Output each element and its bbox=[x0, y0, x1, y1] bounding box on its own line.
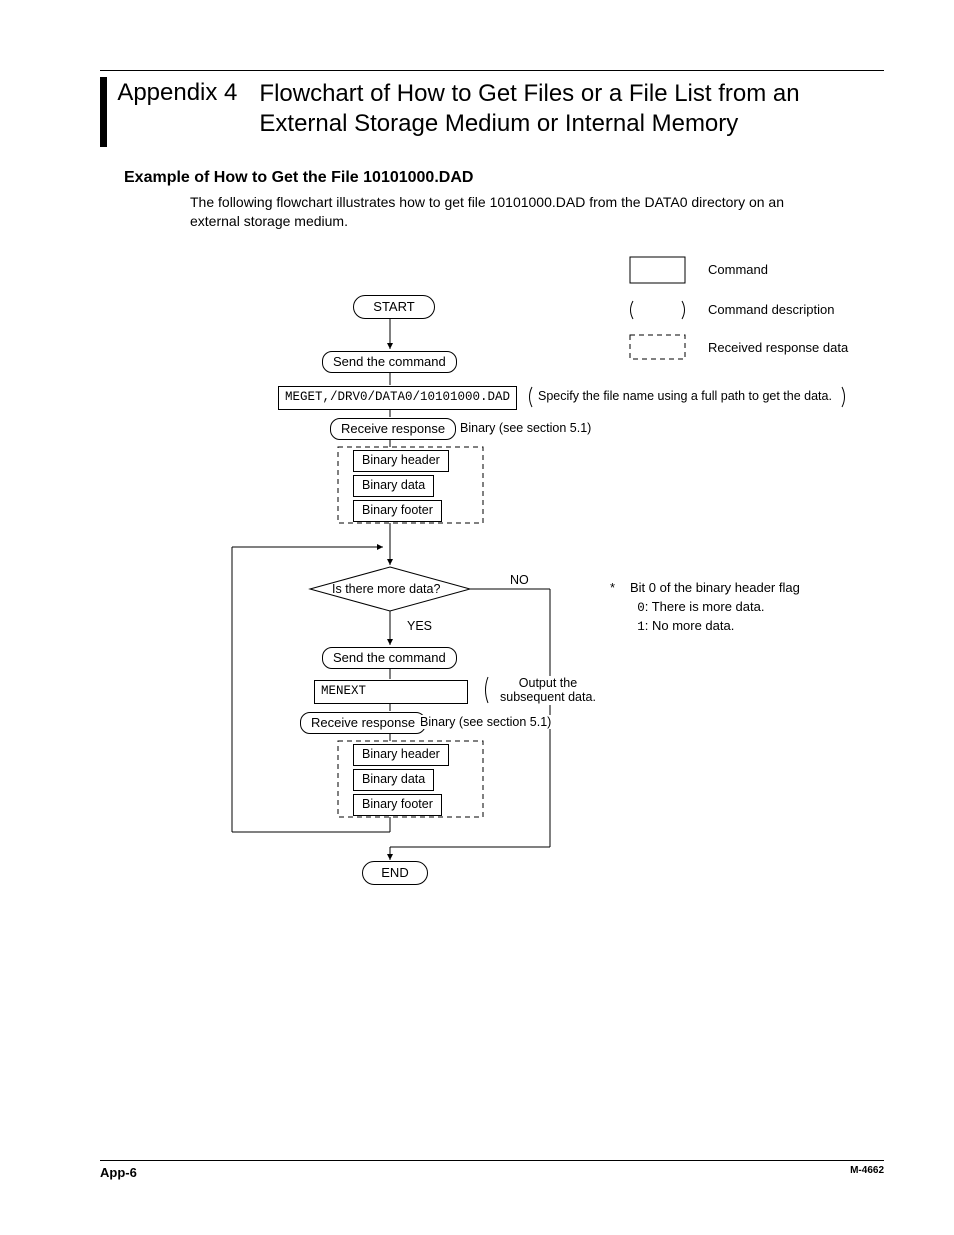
command-menext-note: Output thesubsequent data. bbox=[498, 676, 598, 705]
legend-description: Command description bbox=[708, 302, 834, 317]
side-note-star: * bbox=[610, 579, 615, 598]
receive-response-2: Receive response bbox=[300, 712, 426, 734]
no-label: NO bbox=[508, 573, 531, 587]
page-footer: App-6 M-4662 bbox=[100, 1160, 884, 1180]
receive-response-2-note: Binary (see section 5.1) bbox=[418, 715, 553, 729]
binary-footer-1: Binary footer bbox=[353, 500, 442, 522]
command-meget-note: Specify the file name using a full path … bbox=[536, 389, 834, 403]
side-note: Bit 0 of the binary header flag 0: There… bbox=[630, 579, 800, 636]
start-node: START bbox=[353, 295, 435, 319]
decision-text: Is there more data? bbox=[330, 582, 442, 596]
yes-label: YES bbox=[405, 619, 434, 633]
page-number: App-6 bbox=[100, 1165, 137, 1180]
command-menext: MENEXT bbox=[314, 680, 468, 704]
receive-response-1: Receive response bbox=[330, 418, 456, 440]
binary-header-2: Binary header bbox=[353, 744, 449, 766]
legend-command: Command bbox=[708, 262, 768, 277]
receive-response-1-note: Binary (see section 5.1) bbox=[458, 421, 593, 435]
flowchart: Command Command description Received res… bbox=[100, 247, 884, 887]
send-command-1: Send the command bbox=[322, 351, 457, 373]
binary-footer-2: Binary footer bbox=[353, 794, 442, 816]
appendix-label: Appendix 4 bbox=[117, 77, 237, 107]
title-bar-icon bbox=[100, 77, 107, 147]
appendix-title: Flowchart of How to Get Files or a File … bbox=[259, 77, 884, 139]
binary-header-1: Binary header bbox=[353, 450, 449, 472]
send-command-2: Send the command bbox=[322, 647, 457, 669]
command-meget: MEGET,/DRV0/DATA0/10101000.DAD bbox=[278, 386, 517, 410]
doc-id: M-4662 bbox=[850, 1165, 884, 1180]
end-node: END bbox=[362, 861, 428, 885]
section-heading: Example of How to Get the File 10101000.… bbox=[124, 169, 884, 187]
binary-data-2: Binary data bbox=[353, 769, 434, 791]
binary-data-1: Binary data bbox=[353, 475, 434, 497]
intro-text: The following flowchart illustrates how … bbox=[190, 193, 810, 231]
legend-response: Received response data bbox=[708, 340, 848, 355]
